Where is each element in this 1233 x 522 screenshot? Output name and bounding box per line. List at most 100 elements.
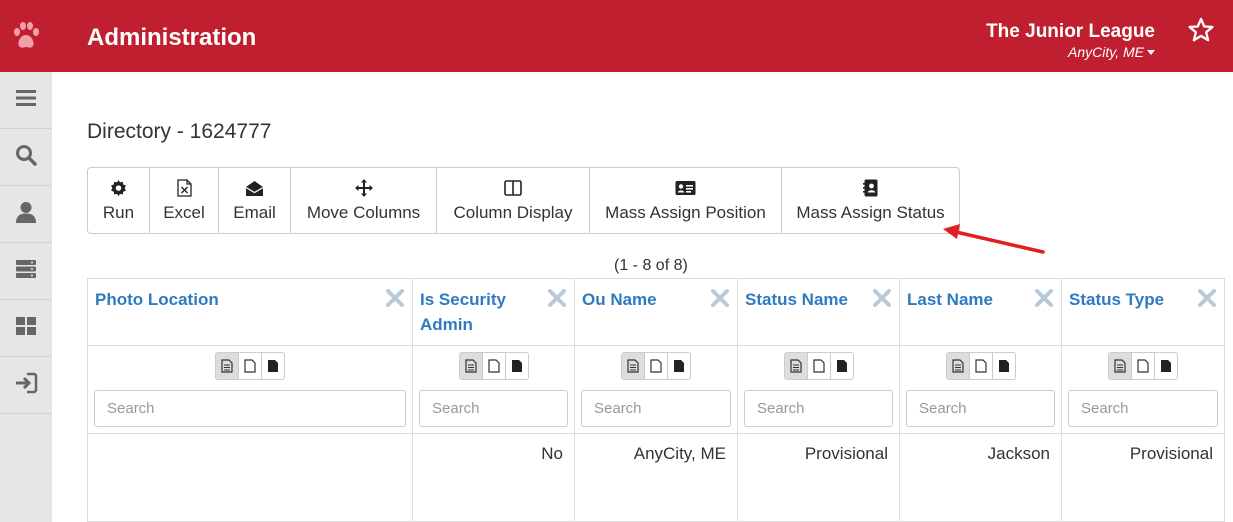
filter-cell xyxy=(737,345,900,434)
filter-mode-toggle xyxy=(945,352,1016,380)
sign-in-icon xyxy=(14,372,38,399)
org-city: AnyCity, ME xyxy=(1068,44,1144,60)
filter-empty-icon[interactable] xyxy=(970,353,993,379)
envelope-open-icon xyxy=(245,179,264,197)
column-header-label: Status Type xyxy=(1069,290,1165,309)
contact-book-icon xyxy=(862,179,879,197)
mass-assign-status-button-label: Mass Assign Status xyxy=(796,203,945,222)
remove-column-icon[interactable] xyxy=(873,289,891,314)
column-header-status-name[interactable]: Status Name xyxy=(737,278,900,346)
columns-icon xyxy=(504,179,522,197)
filter-not-empty-icon[interactable] xyxy=(506,353,528,379)
excel-button-label: Excel xyxy=(163,203,205,222)
search-icon xyxy=(15,144,37,171)
search-input[interactable] xyxy=(94,390,406,427)
page-title: Directory - 1624777 xyxy=(87,120,272,143)
remove-column-icon[interactable] xyxy=(548,289,566,314)
dashboard-icon xyxy=(15,316,37,341)
server-icon xyxy=(15,258,37,285)
filter-empty-icon[interactable] xyxy=(239,353,262,379)
cell-status-type: Provisional xyxy=(1061,433,1225,522)
run-button-label: Run xyxy=(102,203,135,222)
sidebar-item-user[interactable] xyxy=(0,186,52,243)
move-columns-button[interactable]: Move Columns xyxy=(291,168,437,233)
remove-column-icon[interactable] xyxy=(711,289,729,314)
cell-is-security-admin: No xyxy=(412,433,575,522)
filter-contains-icon[interactable] xyxy=(216,353,239,379)
star-outline-icon[interactable] xyxy=(1187,16,1215,49)
cell-ou-name: AnyCity, ME xyxy=(574,433,738,522)
move-columns-button-label: Move Columns xyxy=(306,203,421,222)
filter-mode-toggle xyxy=(1108,352,1178,380)
column-header-is-security-admin[interactable]: Is Security Admin xyxy=(412,278,575,346)
filter-contains-icon[interactable] xyxy=(946,353,970,379)
sidebar-item-search[interactable] xyxy=(0,129,52,186)
search-input[interactable] xyxy=(744,390,893,427)
email-button-label: Email xyxy=(233,203,276,222)
filter-not-empty-icon[interactable] xyxy=(668,353,690,379)
excel-button[interactable]: Excel xyxy=(150,168,219,233)
mass-assign-status-button[interactable]: Mass Assign Status xyxy=(782,168,959,233)
search-input[interactable] xyxy=(906,390,1055,427)
column-header-last-name[interactable]: Last Name xyxy=(899,278,1062,346)
search-input[interactable] xyxy=(581,390,731,427)
filter-empty-icon[interactable] xyxy=(1132,353,1155,379)
directory-grid: Photo Location Is Security Admin Ou Name… xyxy=(87,278,1225,522)
filter-cell xyxy=(87,345,413,434)
paw-icon[interactable] xyxy=(0,0,52,72)
run-button[interactable]: Run xyxy=(88,168,150,233)
filter-cell xyxy=(574,345,738,434)
column-header-label: Is Security Admin xyxy=(420,290,506,334)
search-input[interactable] xyxy=(419,390,568,427)
next-column-edge xyxy=(1224,278,1233,522)
filter-contains-icon[interactable] xyxy=(784,353,808,379)
column-header-label: Status Name xyxy=(745,290,848,309)
column-header-ou-name[interactable]: Ou Name xyxy=(574,278,738,346)
table-row[interactable]: No AnyCity, ME Provisional Jackson Provi… xyxy=(87,433,1225,522)
filter-not-empty-icon[interactable] xyxy=(831,353,853,379)
filter-contains-icon[interactable] xyxy=(1109,353,1132,379)
remove-column-icon[interactable] xyxy=(1035,289,1053,314)
mass-assign-position-button[interactable]: Mass Assign Position xyxy=(590,168,782,233)
column-header-status-type[interactable]: Status Type xyxy=(1061,278,1225,346)
filter-empty-icon[interactable] xyxy=(483,353,506,379)
excel-file-icon xyxy=(176,179,192,197)
filter-contains-icon[interactable] xyxy=(459,353,483,379)
column-display-button-label: Column Display xyxy=(453,203,573,222)
email-button[interactable]: Email xyxy=(219,168,291,233)
cell-photo-location xyxy=(87,433,413,522)
remove-column-icon[interactable] xyxy=(1198,289,1216,314)
filter-mode-toggle xyxy=(783,352,854,380)
search-input[interactable] xyxy=(1068,390,1218,427)
sidebar-item-menu[interactable] xyxy=(0,72,52,129)
sidebar-item-sign-in[interactable] xyxy=(0,357,52,414)
annotation-arrow-icon xyxy=(940,222,1050,263)
app-title: Administration xyxy=(87,24,257,51)
filter-not-empty-icon[interactable] xyxy=(993,353,1015,379)
filter-not-empty-icon[interactable] xyxy=(1155,353,1177,379)
gear-icon xyxy=(110,179,127,197)
sidebar-item-server[interactable] xyxy=(0,243,52,300)
org-name: The Junior League xyxy=(986,21,1155,42)
filter-contains-icon[interactable] xyxy=(622,353,645,379)
sidebar-item-dashboard[interactable] xyxy=(0,300,52,357)
user-icon xyxy=(15,201,37,228)
move-arrows-icon xyxy=(354,179,373,197)
filter-mode-toggle xyxy=(458,352,529,380)
filter-not-empty-icon[interactable] xyxy=(262,353,284,379)
filter-cell xyxy=(1061,345,1225,434)
column-display-button[interactable]: Column Display xyxy=(437,168,590,233)
filter-cell xyxy=(412,345,575,434)
column-header-label: Ou Name xyxy=(582,290,657,309)
org-switcher[interactable]: The Junior League AnyCity, ME xyxy=(986,20,1155,62)
filter-empty-icon[interactable] xyxy=(808,353,831,379)
filter-empty-icon[interactable] xyxy=(645,353,668,379)
directory-toolbar: Run Excel Email Move Columns Column Disp… xyxy=(87,167,960,234)
remove-column-icon[interactable] xyxy=(386,289,404,314)
mass-assign-position-button-label: Mass Assign Position xyxy=(605,203,766,222)
record-range: (1 - 8 of 8) xyxy=(614,257,688,274)
column-header-photo-location[interactable]: Photo Location xyxy=(87,278,413,346)
id-card-icon xyxy=(675,179,696,197)
sidebar xyxy=(0,72,52,522)
filter-cell xyxy=(899,345,1062,434)
